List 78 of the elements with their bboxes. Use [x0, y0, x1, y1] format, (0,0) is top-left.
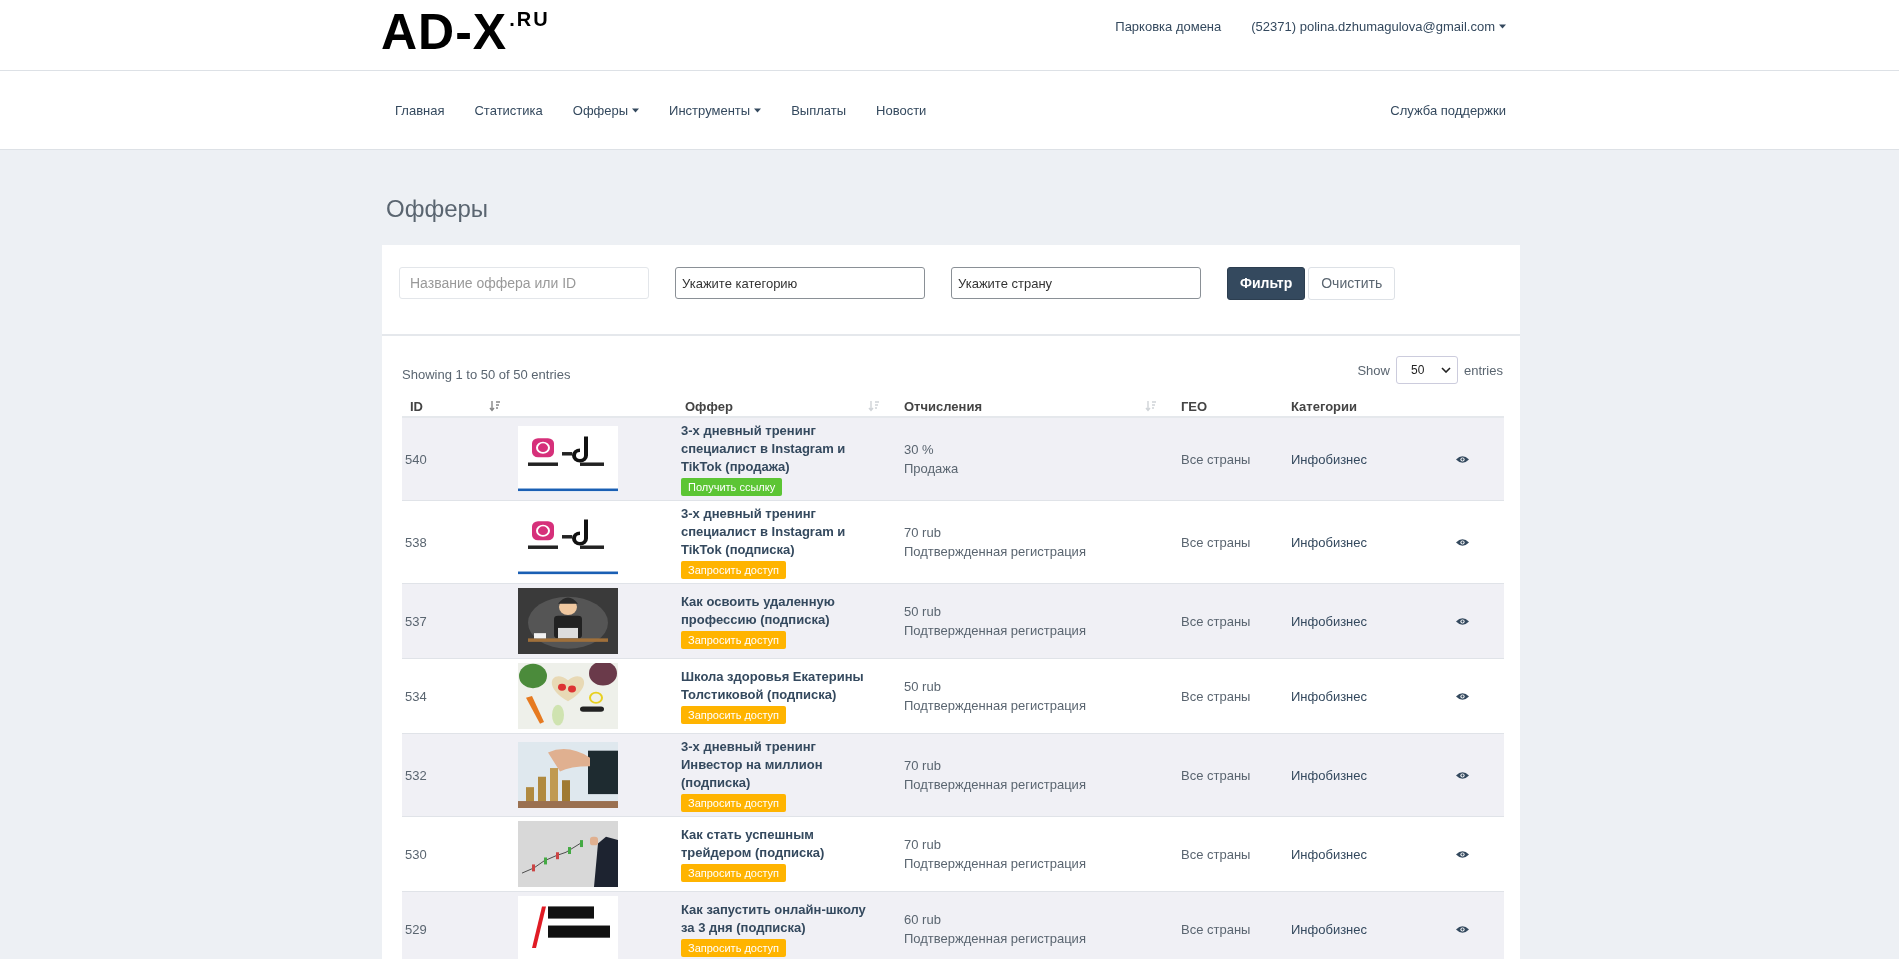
filter-button[interactable]: Фильтр [1227, 266, 1306, 300]
offer-title[interactable]: Как запустить онлайн-школу за 3 дня (подписка) [681, 901, 873, 937]
payout-type: Подтвержденная регистрация [904, 544, 1087, 559]
geo-cell: Все страны [1181, 534, 1251, 550]
offer-title[interactable]: Школа здоровья Екатерины Толстиковой (подписка) [681, 668, 873, 704]
payout-amount: 30 % [904, 442, 935, 457]
caret-icon [754, 107, 762, 113]
payout-amount: 70 rub [904, 837, 942, 852]
country-field[interactable]: Укажите страну [951, 267, 1201, 299]
category-cell: Инфобизнес [1291, 921, 1368, 937]
category-field[interactable]: Укажите категорию [675, 267, 925, 299]
support-link[interactable]: Служба поддержки [1390, 102, 1506, 118]
payout-amount: 60 rub [904, 912, 942, 927]
category-cell: Инфобизнес [1291, 613, 1368, 629]
geo-cell: Все страны [1181, 767, 1251, 783]
offer-title[interactable]: 3-х дневный тренинг специалист в Instagram и TikTok (подписка) [681, 505, 873, 559]
payout-amount: 50 rub [904, 679, 942, 694]
offer-id: 537 [405, 613, 427, 629]
payout-amount: 50 rub [904, 604, 942, 619]
payout-type: Подтвержденная регистрация [904, 623, 1087, 638]
category-cell: Инфобизнес [1291, 688, 1368, 704]
column-header[interactable]: Категории [1291, 398, 1358, 414]
entries-info: Showing 1 to 50 of 50 entries [402, 366, 571, 382]
filter-button[interactable]: Очистить [1308, 266, 1396, 300]
offer-id: 538 [405, 534, 427, 550]
payout-amount: 70 rub [904, 758, 942, 773]
eye-icon[interactable] [1456, 924, 1469, 934]
payout-type: Продажа [904, 461, 960, 476]
offer-id: 540 [405, 451, 427, 467]
category-cell: Инфобизнес [1291, 767, 1368, 783]
eye-icon[interactable] [1456, 454, 1469, 464]
payout-amount: 70 rub [904, 525, 942, 540]
caret-icon [1499, 23, 1506, 29]
show-label: Show [1357, 362, 1390, 378]
payout-type: Подтвержденная регистрация [904, 931, 1087, 946]
offer-id: 532 [405, 767, 427, 783]
header-link[interactable]: Парковка домена [1115, 18, 1222, 34]
eye-icon[interactable] [1456, 770, 1469, 780]
page-title: Офферы [386, 195, 490, 223]
column-header[interactable]: ID [410, 398, 423, 414]
search-field[interactable]: Название оффера или ID [399, 267, 649, 299]
page-size-select[interactable]: 50 [1395, 356, 1458, 384]
payout-type: Подтвержденная регистрация [904, 777, 1087, 792]
sort-icon[interactable] [489, 400, 501, 412]
caret-icon [632, 107, 640, 113]
geo-cell: Все страны [1181, 688, 1251, 704]
nav-link[interactable]: Статистика [474, 102, 543, 118]
payout-type: Подтвержденная регистрация [904, 698, 1087, 713]
header-link[interactable]: (52371) polina.dzhumagulova@gmail.com [1251, 18, 1506, 34]
offer-id: 530 [405, 846, 427, 862]
offer-id: 529 [405, 921, 427, 937]
offer-title[interactable]: 3-х дневный тренинг специалист в Instagram и TikTok (продажа) [681, 422, 873, 476]
nav-link[interactable]: Офферы [572, 102, 640, 118]
eye-icon[interactable] [1456, 616, 1469, 626]
column-header[interactable]: Отчисления [904, 398, 982, 414]
offer-id: 534 [405, 688, 427, 704]
chevron-down-icon [1440, 367, 1451, 373]
offer-title[interactable]: Как освоить удаленную профессию (подписка) [681, 593, 873, 629]
offer-title[interactable]: Как стать успешным трейдером (подписка) [681, 826, 873, 862]
geo-cell: Все страны [1181, 451, 1251, 467]
payout-type: Подтвержденная регистрация [904, 856, 1087, 871]
category-cell: Инфобизнес [1291, 451, 1368, 467]
geo-cell: Все страны [1181, 613, 1251, 629]
geo-cell: Все страны [1181, 921, 1251, 937]
nav-link[interactable]: Новости [876, 102, 927, 118]
category-cell: Инфобизнес [1291, 534, 1368, 550]
nav-link[interactable]: Инструменты [669, 102, 762, 118]
geo-cell: Все страны [1181, 846, 1251, 862]
offer-title[interactable]: 3-х дневный тренинг Инвестор на миллион (подписка) [681, 738, 873, 792]
column-header[interactable]: Оффер [685, 398, 733, 414]
eye-icon[interactable] [1456, 691, 1469, 701]
eye-icon[interactable] [1456, 537, 1469, 547]
entries-label: entries [1463, 362, 1503, 378]
column-header[interactable]: ГЕО [1181, 398, 1208, 414]
eye-icon[interactable] [1456, 849, 1469, 859]
nav-link[interactable]: Выплаты [791, 102, 847, 118]
nav-link[interactable]: Главная [395, 102, 445, 118]
category-cell: Инфобизнес [1291, 846, 1368, 862]
